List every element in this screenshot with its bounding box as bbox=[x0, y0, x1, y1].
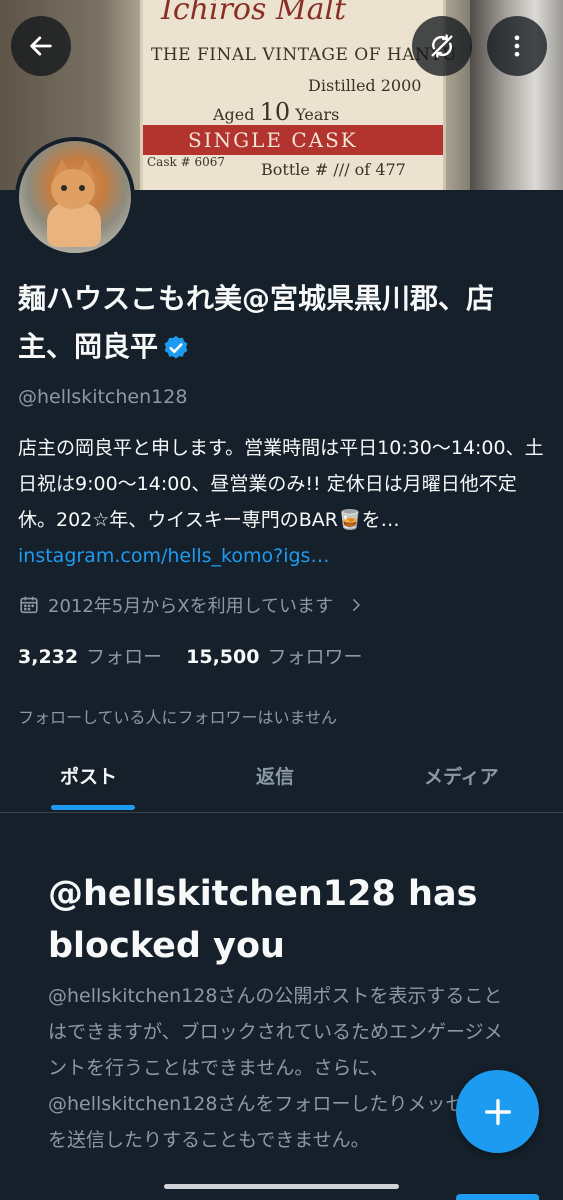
calendar-icon bbox=[20, 596, 38, 614]
whisky-label-image: Ichiros Malt THE FINAL VINTAGE OF HANYU … bbox=[140, 0, 456, 190]
tab-media[interactable]: メディア bbox=[424, 762, 499, 789]
blocked-description: @hellskitchen128さんの公開ポストを表示することはできますが、ブロ… bbox=[48, 985, 503, 1151]
blocked-title: @hellskitchen128 has blocked you bbox=[48, 874, 478, 966]
chevron-right-icon bbox=[353, 599, 361, 611]
followers-you-know-note: フォローしている人にフォロワーはいません bbox=[18, 708, 338, 727]
followers-link[interactable]: 15,500 フォロワー bbox=[186, 642, 362, 669]
compose-post-button[interactable] bbox=[456, 1070, 539, 1153]
following-link[interactable]: 3,232 フォロー bbox=[18, 642, 162, 669]
sync-off-icon bbox=[431, 34, 453, 58]
home-indicator[interactable] bbox=[164, 1184, 399, 1189]
more-options-button[interactable] bbox=[487, 16, 547, 76]
back-button[interactable] bbox=[11, 16, 71, 76]
bio-link[interactable]: instagram.com/hells_komo?igs… bbox=[18, 545, 329, 567]
tab-replies[interactable]: 返信 bbox=[256, 762, 294, 789]
profile-tabs: ポスト 返信 メディア bbox=[0, 740, 563, 813]
profile-bio: 店主の岡良平と申します。営業時間は平日10:30〜14:00、土日祝は9:00〜… bbox=[18, 437, 544, 567]
sync-off-button[interactable] bbox=[412, 16, 472, 76]
joined-text: 2012年5月からXを利用しています bbox=[48, 596, 334, 617]
profile-name: 麺ハウスこもれ美@宮城県黒川郡、店主、岡良平 bbox=[18, 282, 495, 363]
follow-stats: 3,232 フォロー 15,500 フォロワー bbox=[18, 642, 362, 669]
plus-icon bbox=[484, 1098, 511, 1125]
verified-badge-icon[interactable] bbox=[162, 334, 190, 362]
more-vertical-icon bbox=[514, 35, 520, 57]
tab-posts[interactable]: ポスト bbox=[60, 762, 117, 789]
avatar[interactable] bbox=[15, 137, 135, 257]
profile-handle: @hellskitchen128 bbox=[18, 386, 188, 408]
secondary-fab-edge[interactable] bbox=[456, 1194, 539, 1200]
joined-date-row[interactable]: 2012年5月からXを利用しています bbox=[18, 592, 365, 618]
active-tab-indicator bbox=[51, 805, 135, 810]
back-arrow-icon bbox=[30, 36, 52, 56]
